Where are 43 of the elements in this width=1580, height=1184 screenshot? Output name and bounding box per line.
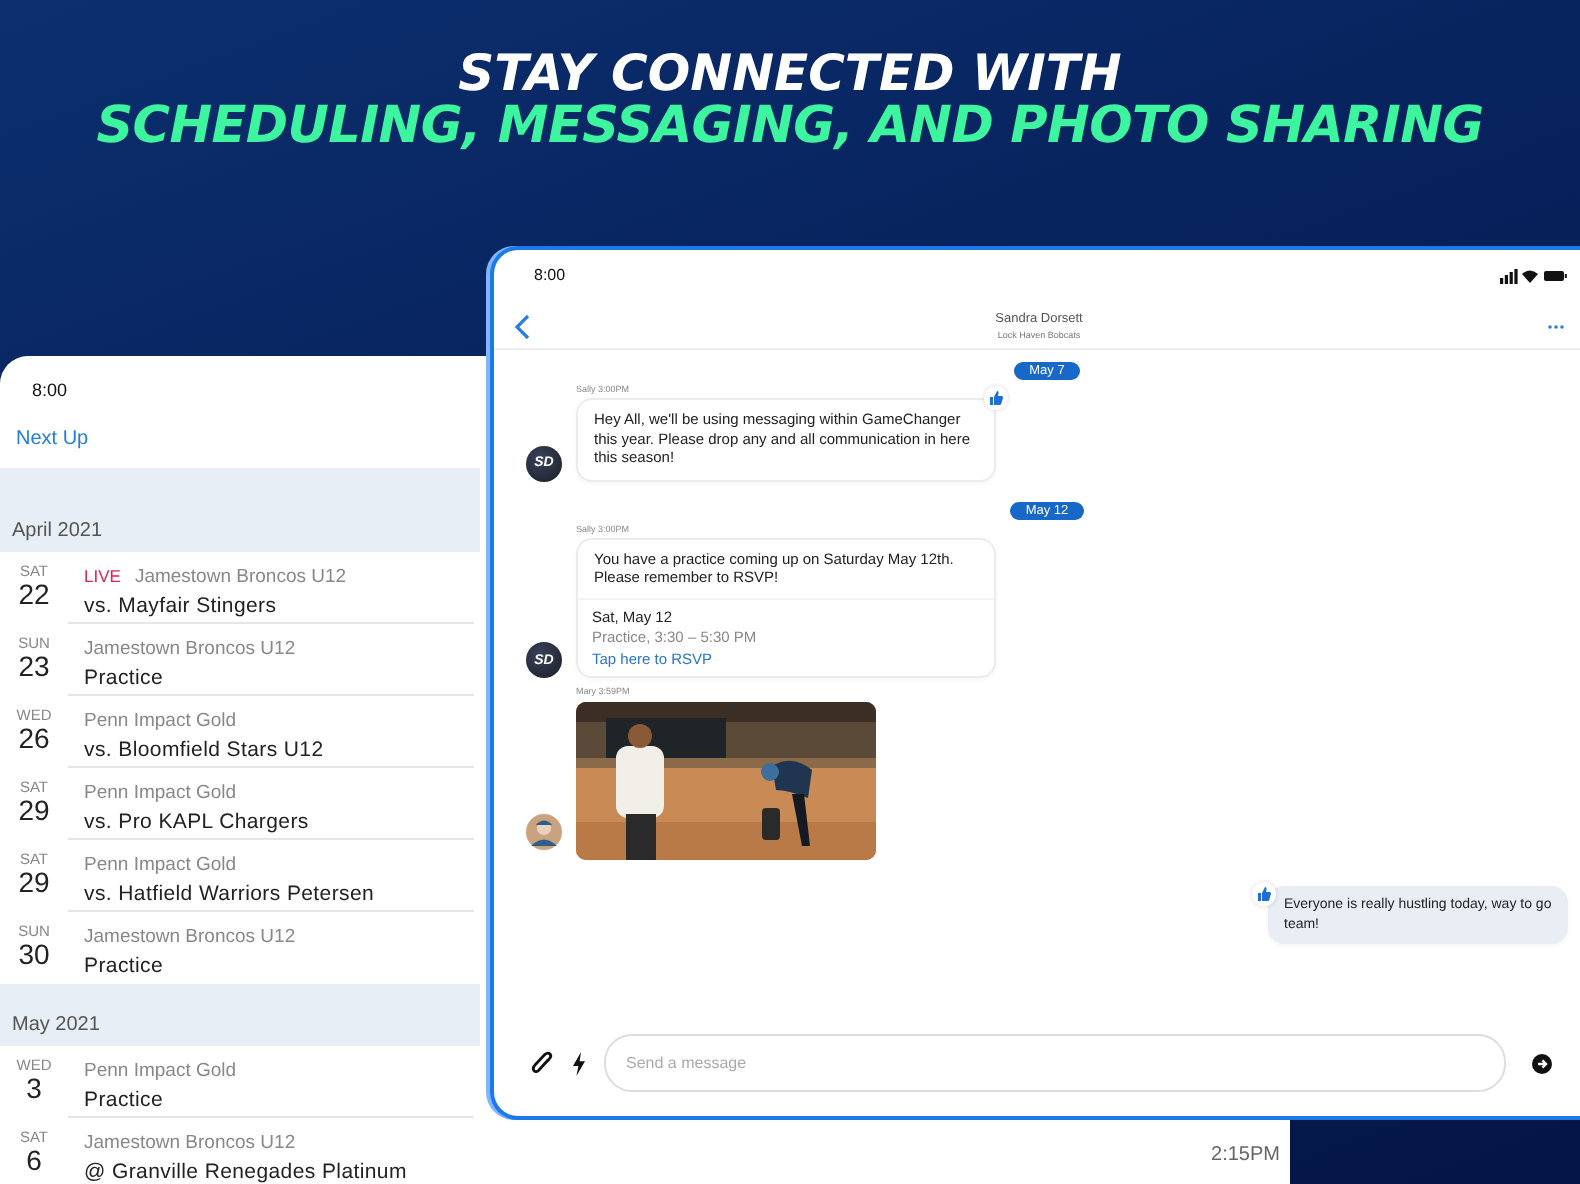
thumbs-up-icon[interactable] — [984, 386, 1008, 410]
attachment-icon[interactable] — [530, 1049, 554, 1077]
status-time: 8:00 — [534, 266, 566, 284]
team-name: Jamestown Broncos U12 — [84, 926, 296, 948]
event-title: vs. Mayfair Stingers — [84, 594, 279, 618]
team-name: Penn Impact Gold — [84, 854, 237, 876]
message-input[interactable]: Send a message — [604, 1034, 1506, 1092]
day-number: 26 — [18, 724, 50, 754]
event-title: vs. Hatfield Warriors Petersen — [84, 882, 377, 906]
send-icon[interactable] — [1532, 1053, 1552, 1073]
event-time: 2:15PM — [1211, 1144, 1280, 1166]
day-number: 3 — [26, 1074, 42, 1104]
lightning-icon[interactable] — [572, 1051, 586, 1075]
event-title: vs. Bloomfield Stars U12 — [84, 738, 326, 762]
day-number: 6 — [26, 1146, 42, 1176]
more-icon[interactable] — [1548, 323, 1564, 329]
avatar-icon — [526, 814, 562, 850]
day-number: 22 — [18, 580, 50, 610]
day-number: 23 — [18, 652, 50, 682]
team-name: Penn Impact Gold — [84, 782, 237, 804]
headline: STAY CONNECTED WITH — [458, 48, 1122, 100]
day-number: 30 — [18, 940, 50, 970]
live-label: LIVE — [84, 566, 121, 588]
team-name: Jamestown Broncos U12 — [134, 566, 347, 588]
month-header: April 2021 — [0, 468, 480, 552]
month-header: May 2021 — [0, 984, 480, 1046]
thumbs-up-icon[interactable] — [1252, 882, 1276, 906]
back-icon[interactable] — [514, 313, 530, 339]
status-icons — [1500, 267, 1568, 283]
next-up-link[interactable]: Next Up — [16, 428, 89, 450]
day-number: 29 — [18, 868, 50, 898]
headline-subtitle: SCHEDULING, MESSAGING, AND PHOTO SHARING — [96, 100, 1484, 154]
team-name: Jamestown Broncos U12 — [84, 1132, 296, 1154]
event-title: @ Granville Renegades Platinum — [84, 1160, 409, 1184]
event-title: Practice — [84, 954, 166, 978]
event-title: vs. Pro KAPL Chargers — [84, 810, 311, 834]
event-title: Practice — [84, 666, 166, 690]
event-title: Practice — [84, 1088, 166, 1112]
day-number: 29 — [18, 796, 50, 826]
team-name: Penn Impact Gold — [84, 1060, 237, 1082]
team-name: Penn Impact Gold — [84, 710, 237, 732]
team-name: Jamestown Broncos U12 — [84, 638, 296, 660]
status-time: 8:00 — [32, 380, 68, 400]
